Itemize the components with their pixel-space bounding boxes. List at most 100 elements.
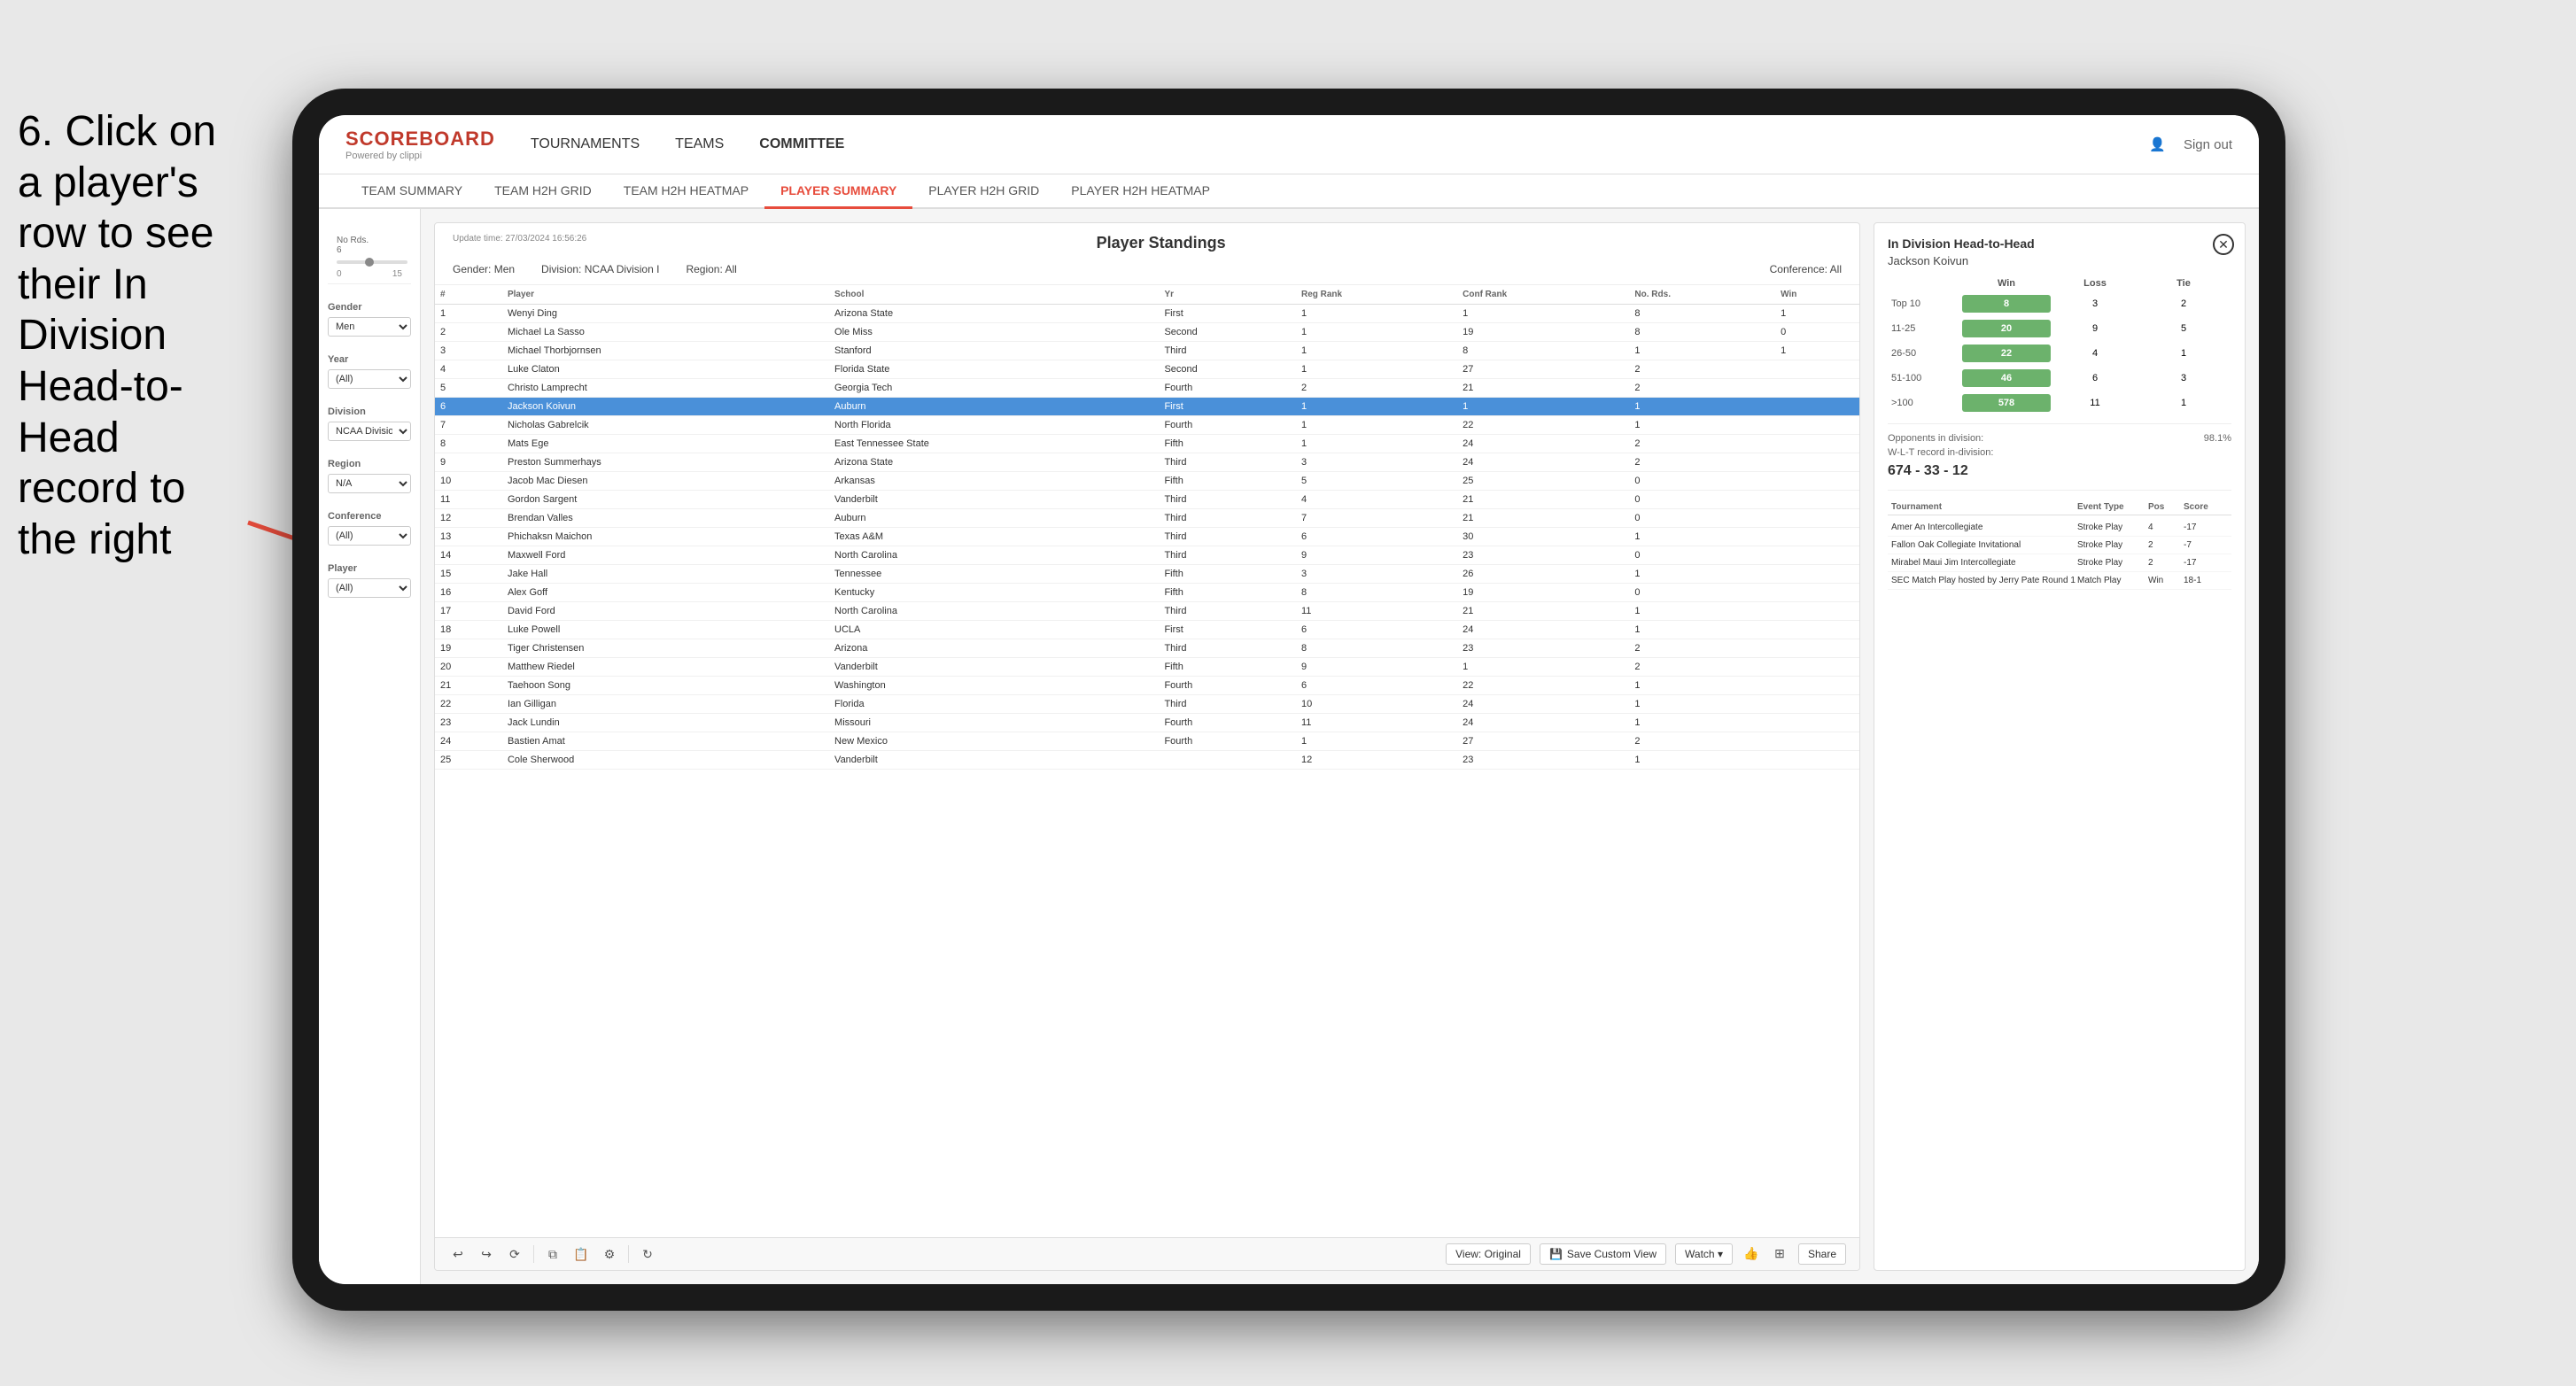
no-rds-section: No Rds. 6 015 (328, 227, 411, 284)
table-row[interactable]: 15Jake HallTennesseeFifth3261 (435, 565, 1859, 584)
table-row[interactable]: 22Ian GilliganFloridaThird10241 (435, 695, 1859, 714)
filter-conference: Conference: All (1770, 263, 1842, 275)
cell-3: Fifth (1159, 565, 1296, 584)
table-header-row: # Player School Yr Reg Rank Conf Rank No… (435, 285, 1859, 305)
table-row[interactable]: 16Alex GoffKentuckyFifth8190 (435, 584, 1859, 602)
table-row[interactable]: 19Tiger ChristensenArizonaThird8232 (435, 639, 1859, 658)
conference-select[interactable]: (All) (328, 526, 411, 546)
h2h-tournament-row: Fallon Oak Collegiate Invitational Strok… (1888, 537, 2231, 554)
cell-7 (1775, 435, 1859, 453)
table-row[interactable]: 7Nicholas GabrelcikNorth FloridaFourth12… (435, 416, 1859, 435)
watch-btn[interactable]: Watch ▾ (1675, 1243, 1733, 1265)
table-row[interactable]: 25Cole SherwoodVanderbilt12231 (435, 751, 1859, 770)
cell-6: 1 (1629, 528, 1775, 546)
cell-1: Jackson Koivun (502, 398, 829, 416)
cell-6: 1 (1629, 398, 1775, 416)
cell-5: 21 (1457, 491, 1629, 509)
h2h-tie-value: 3 (2139, 369, 2228, 387)
table-row[interactable]: 13Phichaksn MaichonTexas A&MThird6301 (435, 528, 1859, 546)
cell-0: 1 (435, 305, 502, 323)
year-select[interactable]: (All) (328, 369, 411, 389)
table-row[interactable]: 12Brendan VallesAuburnThird7210 (435, 509, 1859, 528)
table-row[interactable]: 17David FordNorth CarolinaThird11211 (435, 602, 1859, 621)
cell-6: 2 (1629, 435, 1775, 453)
tablet-screen: SCOREBOARD Powered by clippi TOURNAMENTS… (319, 115, 2259, 1284)
h2h-win-value: 20 (1962, 320, 2051, 337)
h2h-stat-row: 26-50 22 4 1 (1888, 342, 2231, 365)
sub-nav-player-h2h-grid[interactable]: PLAYER H2H GRID (912, 174, 1055, 209)
table-row[interactable]: 11Gordon SargentVanderbiltThird4210 (435, 491, 1859, 509)
table-row[interactable]: 18Luke PowellUCLAFirst6241 (435, 621, 1859, 639)
table-row[interactable]: 21Taehoon SongWashingtonFourth6221 (435, 677, 1859, 695)
paste-icon[interactable]: 📋 (571, 1244, 591, 1264)
cell-2: Ole Miss (829, 323, 1159, 342)
player-select[interactable]: (All) (328, 578, 411, 598)
table-row[interactable]: 8Mats EgeEast Tennessee StateFifth1242 (435, 435, 1859, 453)
cell-1: Matthew Riedel (502, 658, 829, 677)
table-row[interactable]: 9Preston SummerhaysArizona StateThird324… (435, 453, 1859, 472)
table-row[interactable]: 3Michael ThorbjornsenStanfordThird1811 (435, 342, 1859, 360)
table-row[interactable]: 5Christo LamprechtGeorgia TechFourth2212 (435, 379, 1859, 398)
col-yr: Yr (1159, 285, 1296, 305)
cell-7 (1775, 509, 1859, 528)
cell-2: Arkansas (829, 472, 1159, 491)
cell-5: 23 (1457, 639, 1629, 658)
view-original-btn[interactable]: View: Original (1446, 1243, 1531, 1265)
table-row[interactable]: 14Maxwell FordNorth CarolinaThird9230 (435, 546, 1859, 565)
sub-nav-team-h2h-heatmap[interactable]: TEAM H2H HEATMAP (608, 174, 764, 209)
cell-6: 2 (1629, 658, 1775, 677)
forward-icon[interactable]: ⟳ (505, 1244, 524, 1264)
h2h-title: In Division Head-to-Head (1888, 236, 2231, 251)
save-custom-btn[interactable]: 💾 Save Custom View (1540, 1243, 1666, 1265)
cell-0: 25 (435, 751, 502, 770)
h2h-stat-row: 51-100 46 6 3 (1888, 367, 2231, 390)
nav-tournaments[interactable]: TOURNAMENTS (531, 133, 640, 156)
cell-4: 1 (1296, 360, 1457, 379)
table-row[interactable]: 1Wenyi DingArizona StateFirst1181 (435, 305, 1859, 323)
no-rds-slider[interactable] (337, 260, 407, 264)
cell-2: Arizona State (829, 305, 1159, 323)
sub-nav-player-summary[interactable]: PLAYER SUMMARY (764, 174, 912, 209)
copy-icon[interactable]: ⧉ (543, 1244, 563, 1264)
thumbs-up-icon[interactable]: 👍 (1742, 1243, 1761, 1263)
cell-7: 1 (1775, 342, 1859, 360)
redo-icon[interactable]: ↪ (477, 1244, 496, 1264)
table-row[interactable]: 4Luke ClatonFlorida StateSecond1272 (435, 360, 1859, 379)
h2h-range-label: 26-50 (1891, 348, 1962, 359)
cell-5: 26 (1457, 565, 1629, 584)
cell-1: Ian Gilligan (502, 695, 829, 714)
sub-nav-team-h2h-grid[interactable]: TEAM H2H GRID (478, 174, 608, 209)
cell-3 (1159, 751, 1296, 770)
col-win: Win (1775, 285, 1859, 305)
gender-select[interactable]: Men (328, 317, 411, 337)
tourney-pos: Win (2148, 576, 2184, 585)
division-select[interactable]: NCAA Division I (328, 422, 411, 441)
nav-teams[interactable]: TEAMS (675, 133, 724, 156)
table-row[interactable]: 24Bastien AmatNew MexicoFourth1272 (435, 732, 1859, 751)
grid-icon[interactable]: ⊞ (1770, 1243, 1789, 1263)
sub-nav-player-h2h-heatmap[interactable]: PLAYER H2H HEATMAP (1055, 174, 1226, 209)
cell-0: 18 (435, 621, 502, 639)
table-row[interactable]: 10Jacob Mac DiesenArkansasFifth5250 (435, 472, 1859, 491)
table-row[interactable]: 20Matthew RiedelVanderbiltFifth912 (435, 658, 1859, 677)
region-select[interactable]: N/A (328, 474, 411, 493)
cell-4: 3 (1296, 453, 1457, 472)
table-row[interactable]: 2Michael La SassoOle MissSecond11980 (435, 323, 1859, 342)
table-row[interactable]: 6Jackson KoivunAuburnFirst111 (435, 398, 1859, 416)
cell-4: 1 (1296, 398, 1457, 416)
sub-nav-team-summary[interactable]: TEAM SUMMARY (345, 174, 478, 209)
table-row[interactable]: 23Jack LundinMissouriFourth11241 (435, 714, 1859, 732)
cell-1: Tiger Christensen (502, 639, 829, 658)
cell-0: 7 (435, 416, 502, 435)
col-win-header: Win (1962, 278, 2051, 289)
sign-out-button[interactable]: Sign out (2184, 137, 2232, 152)
share-btn[interactable]: Share (1798, 1243, 1846, 1265)
h2h-close-button[interactable]: ✕ (2213, 234, 2234, 255)
refresh-icon[interactable]: ↻ (638, 1244, 657, 1264)
cell-7 (1775, 453, 1859, 472)
h2h-win-value: 46 (1962, 369, 2051, 387)
settings-icon[interactable]: ⚙ (600, 1244, 619, 1264)
nav-committee[interactable]: COMMITTEE (759, 133, 844, 156)
undo-icon[interactable]: ↩ (448, 1244, 468, 1264)
cell-2: Vanderbilt (829, 658, 1159, 677)
